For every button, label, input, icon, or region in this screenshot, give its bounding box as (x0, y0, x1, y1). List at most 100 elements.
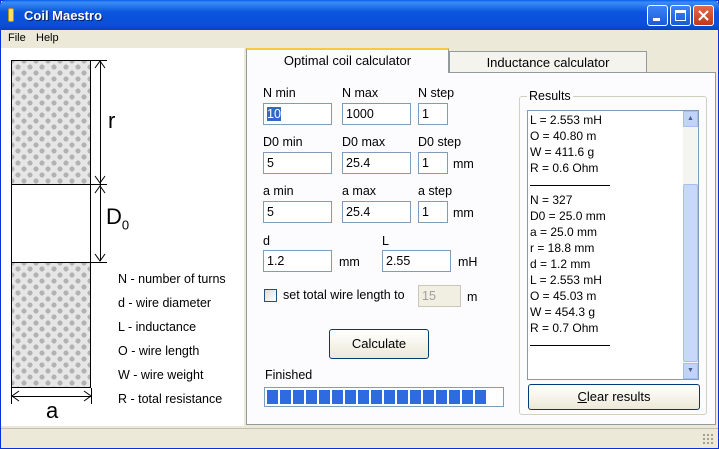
result-line: N = 327 (530, 193, 573, 207)
d0-unit: mm (453, 157, 474, 171)
a-unit: mm (453, 206, 474, 220)
a-step-input[interactable]: 1 (418, 201, 448, 223)
app-icon (8, 8, 14, 22)
n-step-input[interactable]: 1 (418, 103, 448, 125)
status-text: Finished (265, 368, 313, 382)
a-step-label: a step (418, 184, 453, 198)
d-label: d (263, 234, 270, 248)
result-line: R = 0.6 Ohm (530, 161, 599, 175)
minimize-button[interactable] (647, 5, 668, 26)
tab-optimal-coil[interactable]: Optimal coil calculator (246, 48, 449, 73)
d0-subscript: 0 (121, 217, 130, 233)
result-line: a = 25.0 mm (530, 225, 598, 239)
legend-d: d - wire diameter (118, 296, 212, 310)
progress-bar (264, 387, 504, 407)
wire-length-input[interactable]: 15 (418, 285, 461, 307)
legend-l: L - inductance (118, 320, 197, 334)
scroll-thumb[interactable] (683, 184, 698, 362)
d0-step-label: D0 step (418, 135, 462, 149)
progress-segment (423, 390, 434, 404)
scroll-up-button[interactable]: ▲ (683, 111, 698, 127)
resize-grip[interactable] (702, 433, 714, 445)
result-line: L = 2.553 mH (530, 113, 602, 127)
title-bar[interactable] (0, 0, 719, 30)
a-dimension-label: a (46, 398, 59, 423)
clear-results-accel: C (577, 389, 587, 404)
a-max-label: a max (342, 184, 377, 198)
n-min-label: N min (263, 86, 296, 100)
progress-segment (267, 390, 278, 404)
maximize-button[interactable] (670, 5, 691, 26)
d0-min-label: D0 min (263, 135, 303, 149)
a-min-input[interactable]: 5 (263, 201, 332, 223)
calculate-button[interactable]: Calculate (329, 329, 429, 359)
result-separator (530, 185, 610, 186)
result-line: O = 40.80 m (530, 129, 597, 143)
progress-segment (293, 390, 304, 404)
wire-length-checkbox[interactable] (264, 289, 277, 302)
n-max-input[interactable]: 1000 (342, 103, 411, 125)
result-line: d = 1.2 mm (530, 257, 591, 271)
progress-segment (345, 390, 356, 404)
progress-segment (462, 390, 473, 404)
n-min-input[interactable]: 10 (263, 103, 332, 125)
results-scrollbar[interactable]: ▲ ▼ (683, 111, 698, 379)
n-step-label: N step (418, 86, 455, 100)
progress-segment (306, 390, 317, 404)
clear-results-label: lear results (586, 389, 651, 404)
r-dimension-label: r (108, 108, 116, 133)
progress-segment (332, 390, 343, 404)
clear-results-button[interactable]: Clear results (528, 384, 700, 410)
wire-length-unit: m (467, 290, 478, 304)
d0-letter: D (106, 204, 122, 229)
d0-step-input[interactable]: 1 (418, 152, 448, 174)
maximize-icon (675, 10, 686, 21)
status-bar (1, 428, 718, 448)
progress-segment (475, 390, 486, 404)
l-label: L (382, 234, 389, 248)
result-line: L = 2.553 mH (530, 273, 602, 287)
result-line: D0 = 25.0 mm (530, 209, 606, 223)
legend-w: W - wire weight (118, 368, 204, 382)
coil-winding-top (11, 60, 91, 185)
progress-segment (371, 390, 382, 404)
d0-max-label: D0 max (342, 135, 386, 149)
n-min-value: 10 (267, 107, 281, 121)
legend-r: R - total resistance (118, 392, 223, 406)
d0-dimension-label: D0 (106, 204, 129, 232)
wire-length-checkbox-label: set total wire length to (283, 288, 405, 302)
result-line: R = 0.7 Ohm (530, 321, 599, 335)
d0-min-input[interactable]: 5 (263, 152, 332, 174)
result-line: r = 18.8 mm (530, 241, 595, 255)
progress-segment (397, 390, 408, 404)
a-min-label: a min (263, 184, 294, 198)
scroll-down-button[interactable]: ▼ (683, 363, 698, 379)
result-separator (530, 345, 610, 346)
menu-help[interactable]: Help (36, 32, 59, 44)
d-unit: mm (339, 255, 360, 269)
menu-bar (1, 30, 718, 48)
dim-arrows (94, 60, 106, 262)
l-unit: mH (458, 255, 478, 269)
n-max-label: N max (342, 86, 379, 100)
close-button[interactable] (693, 5, 714, 26)
a-max-input[interactable]: 25.4 (342, 201, 411, 223)
results-title: Results (527, 89, 573, 103)
menu-file[interactable]: File (8, 32, 26, 44)
progress-segment (384, 390, 395, 404)
l-input[interactable]: 2.55 (382, 250, 451, 272)
coil-winding-bottom (11, 262, 91, 388)
result-line: O = 45.03 m (530, 289, 597, 303)
d-input[interactable]: 1.2 (263, 250, 332, 272)
results-list: L = 2.553 mH O = 40.80 m W = 411.6 g R = 0.… (527, 110, 699, 380)
progress-segment (436, 390, 447, 404)
progress-segment (449, 390, 460, 404)
tab-inductance[interactable]: Inductance calculator (449, 51, 647, 72)
minimize-icon (653, 18, 660, 21)
legend-n: N - number of turns (118, 272, 226, 286)
d0-max-input[interactable]: 25.4 (342, 152, 411, 174)
result-line: W = 454.3 g (530, 305, 596, 319)
progress-segment (358, 390, 369, 404)
legend-o: O - wire length (118, 344, 200, 358)
coil-core (11, 184, 91, 263)
